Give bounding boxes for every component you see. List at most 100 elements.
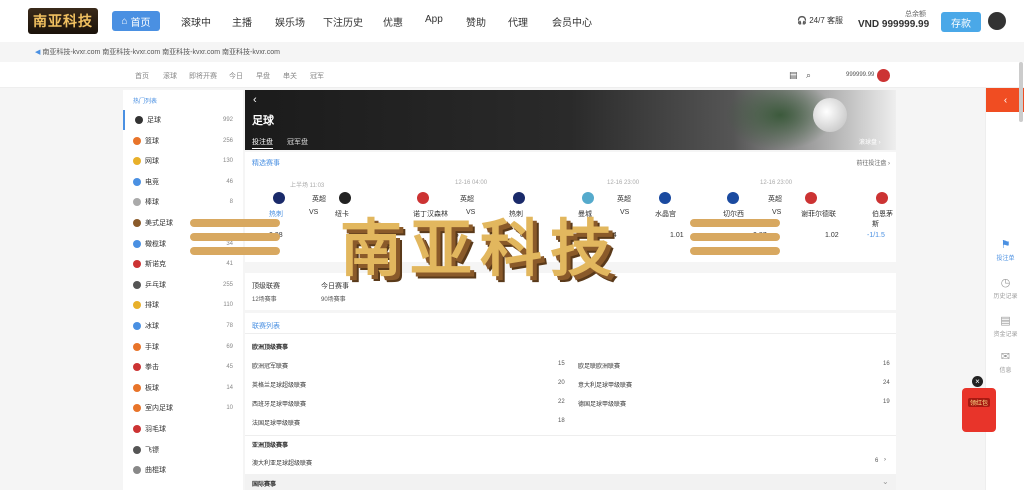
nav-item-agent[interactable]: 代理 [508,14,528,29]
nav-item-casino[interactable]: 娱乐场 [275,14,305,29]
international-title: 国际赛事 [252,482,277,488]
sidebar-item-label: 排球 [145,302,159,310]
nav-item-streamer[interactable]: 主播 [232,14,252,29]
sidebar-item[interactable]: 篮球 256 [123,131,243,151]
announcement-marquee[interactable]: ◀ 南亚科技-kvxr.com 南亚科技-kvxr.com 南亚科技-kvxr.… [35,47,280,57]
league-row[interactable]: 德国足球甲级联赛 [578,399,626,408]
nav-item-bet-history[interactable]: 下注历史 [323,14,363,29]
user-avatar[interactable] [988,12,1006,30]
subnav-parlay[interactable]: 串关 [283,71,297,81]
nav-home-button[interactable]: ⌂ 首页 [112,11,160,31]
deposit-button[interactable]: 存款 [941,12,981,32]
sidebar-item-label: 拳击 [145,364,159,372]
nav-item-promotions[interactable]: 优惠 [383,14,403,29]
top-leagues-count: 12场赛事 [252,297,277,303]
rail-history-label: 历史记录 [993,294,1018,300]
chevron-right-icon[interactable]: › [884,457,886,463]
nav-item-member-center[interactable]: 会员中心 [552,14,592,29]
sport-icon [133,466,141,475]
nav-item-sponsor[interactable]: 赞助 [466,14,486,29]
rail-history[interactable]: ◷ 历史记录 [986,276,1024,300]
brand-logo[interactable]: 南亚科技 [28,8,98,34]
match-league: 英超 [768,196,782,203]
tab-outright-board[interactable]: 冠军盘 [287,137,308,147]
league-row[interactable]: 西班牙足球甲级联赛 [252,399,306,408]
rail-bet-slip-label: 投注单 [996,256,1015,262]
balance-label: 总余额 [905,11,926,18]
team-name[interactable]: 伯恩茅斯 [872,209,896,229]
speaker-icon: ◀ [35,49,41,56]
sidebar-item-label: 板球 [145,384,159,392]
sidebar-item[interactable]: 拳击 45 [123,357,243,377]
sidebar-title: 热门列表 [133,99,158,105]
sidebar-item[interactable]: 板球 14 [123,378,243,398]
rail-funds[interactable]: ▤ 资金记录 [986,314,1024,338]
sidebar-item-label: 橄榄球 [145,240,166,248]
tab-betting-board[interactable]: 投注盘 [252,137,273,149]
league-list-title: 联赛列表 [252,323,280,330]
nav-item-live[interactable]: 滚球中 [181,14,211,29]
league-count: 16 [883,361,890,367]
sport-icon [133,136,141,145]
today-matches-count: 90场赛事 [321,297,346,303]
sports-sidebar: 热门列表 足球 992 篮球 256 网球 130 电竞 46 棒球 8 美式足球 63 橄榄球 34 斯诺… [123,90,243,490]
subnav-early[interactable]: 早盘 [256,71,270,81]
main-content: ‹ 足球 投注盘 冠军盘 滚球盘 › 精选赛事 前往投注盘 › 上半场 11:0… [245,90,896,490]
sidebar-item-count: 78 [226,323,233,329]
nav-item-app[interactable]: App [425,14,443,25]
sidebar-item[interactable]: 排球 110 [123,295,243,315]
marquee-text: 南亚科技-kvxr.com 南亚科技-kvxr.com 南亚科技-kvxr.co… [42,49,280,56]
sidebar-item-label: 冰球 [145,323,159,330]
featured-more-link[interactable]: 前往投注盘 › [856,158,890,167]
customer-service-link[interactable]: 🎧 24/7 客服 [797,15,843,26]
league-row[interactable]: 英格兰足球超级联赛 [252,380,306,389]
sidebar-item[interactable]: 室内足球 10 [123,398,243,418]
sport-icon [133,383,141,392]
red-packet-widget[interactable]: × 领红包 [958,376,1002,436]
league-row[interactable]: 欧洲冠军联赛 [252,361,288,370]
subnav-live[interactable]: 滚球 [163,71,177,81]
sidebar-item[interactable]: 飞镖 [123,440,243,460]
sidebar-item[interactable]: 手球 69 [123,337,243,357]
match-time: 12-16 23:00 [760,180,793,186]
league-row[interactable]: 欧足联欧洲联赛 [578,361,620,370]
odds-button[interactable]: -1/1.5 [867,232,885,239]
sidebar-item[interactable]: 足球 992 [123,110,243,130]
page-scrollbar[interactable] [1019,62,1023,122]
league-row[interactable]: 意大利足球甲级联赛 [578,380,632,389]
watermark-wing-left [190,233,280,241]
rail-bet-slip[interactable]: ⚑ 投注单 [986,238,1024,262]
subnav-home[interactable]: 首页 [135,71,149,81]
subnav-avatar[interactable] [877,69,890,82]
team-name[interactable]: 谢菲尔德联 [801,209,836,219]
search-icon[interactable]: ⌕ [806,70,811,81]
match-time: 上半场 11:03 [290,183,325,189]
rail-messages[interactable]: ✉ 信息 [986,350,1024,374]
sidebar-item-count: 10 [226,405,233,412]
international-section[interactable]: 国际赛事 ⌄ [245,474,896,490]
league-row[interactable]: 法国足球甲级联赛 [252,418,300,427]
subnav-outright[interactable]: 冠军 [310,71,324,81]
sidebar-item-count: 46 [226,178,233,185]
league-row[interactable]: 澳大利亚足球超级联赛 [252,458,312,467]
watermark-wing-right [690,233,780,241]
subnav-upcoming[interactable]: 即将开赛 [189,71,217,81]
sidebar-item[interactable]: 网球 130 [123,151,243,171]
back-arrow-icon[interactable]: ‹ [253,94,257,106]
close-icon[interactable]: × [972,376,983,387]
sport-icon [133,219,141,227]
sidebar-item-label: 足球 [147,117,161,124]
clipboard-icon[interactable]: ▤ [789,70,798,81]
live-board-link[interactable]: 滚球盘 › [859,137,881,146]
sidebar-item-label: 室内足球 [145,405,173,413]
sidebar-item[interactable]: 羽毛球 [123,419,243,439]
sidebar-item[interactable]: 曲棍球 [123,460,243,480]
subnav-today[interactable]: 今日 [229,71,243,81]
sidebar-item[interactable]: 冰球 78 [123,316,243,336]
sport-hero-banner: ‹ 足球 投注盘 冠军盘 滚球盘 › [245,90,896,150]
odds-button[interactable]: 1.02 [825,232,839,239]
top-nav: 南亚科技 ⌂ 首页 滚球中 主播 娱乐场 下注历史 优惠 App 赞助 代理 会… [0,0,1024,42]
league-group-asia: 亚洲顶级赛事 [252,443,289,449]
league-count: 19 [883,399,890,405]
sidebar-item[interactable]: 电竞 46 [123,172,243,192]
